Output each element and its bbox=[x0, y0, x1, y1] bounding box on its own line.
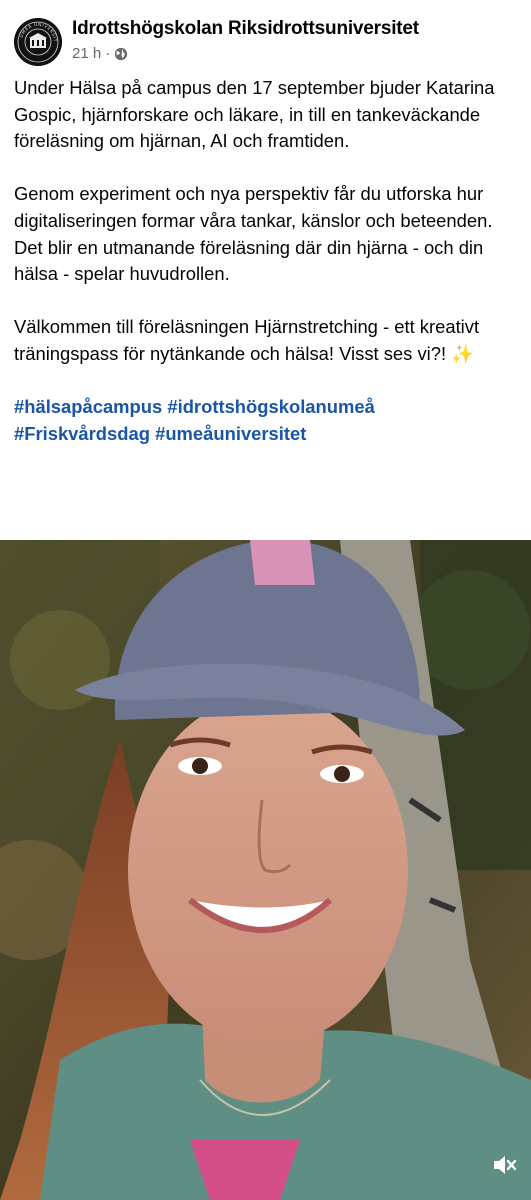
video-frame bbox=[0, 540, 531, 1200]
post-meta: 21 h · bbox=[72, 45, 128, 62]
hashtag-link[interactable]: #umeåuniversitet bbox=[155, 423, 306, 444]
university-seal-icon: UMEÅ UNIVERSITET bbox=[14, 18, 62, 66]
post-body: Under Hälsa på campus den 17 september b… bbox=[14, 75, 519, 447]
post-paragraph: Välkommen till föreläsningen Hjärnstretc… bbox=[14, 316, 480, 364]
hashtag-link[interactable]: #Friskvårdsdag bbox=[14, 423, 150, 444]
post-paragraph: Under Hälsa på campus den 17 september b… bbox=[14, 77, 495, 152]
speaker-muted-icon bbox=[494, 1156, 517, 1174]
globe-icon bbox=[115, 47, 128, 60]
post-header: UMEÅ UNIVERSITET Idrottshögskolan Riksid… bbox=[0, 0, 531, 72]
post-time[interactable]: 21 h bbox=[72, 45, 101, 62]
mute-button[interactable] bbox=[487, 1148, 521, 1182]
hashtag-list: #hälsapåcampus #idrottshögskolanumeå #Fr… bbox=[14, 394, 519, 447]
post-video[interactable] bbox=[0, 540, 531, 1200]
page-name[interactable]: Idrottshögskolan Riksidrottsuniversitet bbox=[72, 18, 419, 40]
post-paragraph: Genom experiment och nya perspektiv får … bbox=[14, 183, 493, 285]
page-avatar[interactable]: UMEÅ UNIVERSITET bbox=[14, 18, 62, 66]
hashtag-link[interactable]: #idrottshögskolanumeå bbox=[167, 396, 374, 417]
meta-separator: · bbox=[105, 45, 111, 62]
hashtag-link[interactable]: #hälsapåcampus bbox=[14, 396, 162, 417]
